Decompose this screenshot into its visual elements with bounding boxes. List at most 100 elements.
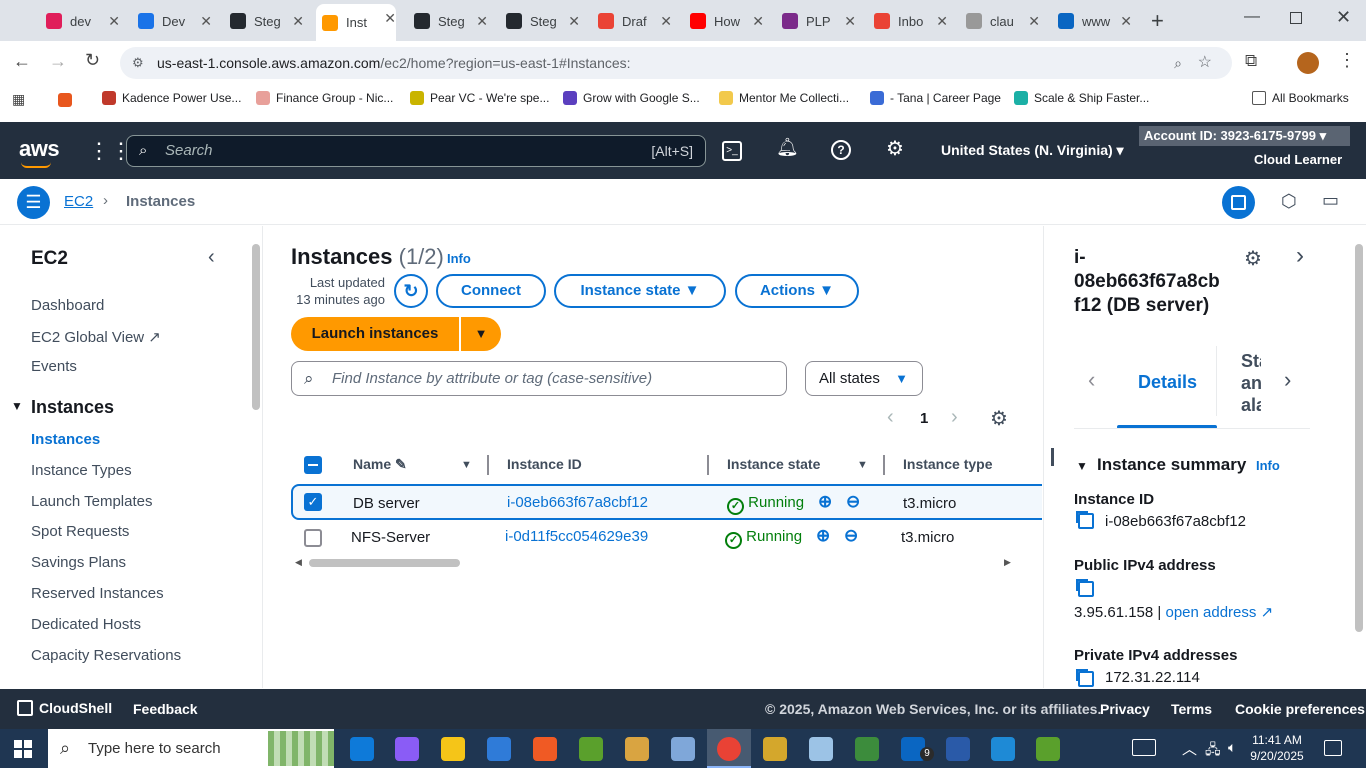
sidebar-item-reserved-instances[interactable]: Reserved Instances (31, 585, 164, 602)
restore-icon[interactable] (1290, 12, 1302, 24)
reload-icon[interactable]: ↻ (85, 50, 100, 71)
column-header-instance-type[interactable]: Instance type (903, 456, 992, 472)
chevron-up-icon[interactable]: ︿ (1182, 738, 1197, 759)
browser-tab[interactable]: Draf ✕ (598, 7, 672, 35)
zoom-out-icon[interactable]: ⊖ (846, 492, 860, 512)
sidebar-section-instances[interactable]: Instances (31, 397, 114, 418)
app-icon[interactable] (671, 737, 695, 761)
launch-instances-button[interactable]: Launch instances (291, 317, 459, 351)
sidebar-item-global-view[interactable]: EC2 Global View ↗ (31, 328, 161, 346)
close-tab-icon[interactable]: ✕ (752, 13, 764, 30)
app-icon[interactable] (763, 737, 787, 761)
extensions-icon[interactable]: ⧉ (1245, 51, 1257, 71)
aws-search-input[interactable]: ⌕ Search [Alt+S] (126, 135, 706, 167)
page-number[interactable]: 1 (920, 410, 928, 427)
vscode-app-icon[interactable] (991, 737, 1015, 761)
tabs-prev-icon[interactable]: ‹ (1088, 367, 1095, 393)
brave-bookmark-icon[interactable] (58, 93, 72, 107)
chrome-menu-icon[interactable]: ⋮ (1338, 50, 1356, 71)
forward-icon[interactable]: → (49, 51, 67, 72)
close-panel-chevron-icon[interactable]: › (1296, 242, 1304, 270)
refresh-button[interactable]: ↻ (394, 274, 428, 308)
close-tab-icon[interactable]: ✕ (1028, 13, 1040, 30)
preferences-gear-icon[interactable]: ⚙ (990, 406, 1008, 431)
privacy-link[interactable]: Privacy (1100, 701, 1150, 717)
zoom-out-icon[interactable]: ⊖ (844, 526, 858, 546)
start-windows-icon[interactable] (14, 740, 32, 758)
close-tab-icon[interactable]: ✕ (108, 13, 120, 30)
brave-app-icon[interactable] (533, 737, 557, 761)
row-checkbox[interactable] (304, 529, 322, 547)
new-tab-button[interactable]: + (1151, 8, 1164, 34)
clock[interactable]: 11:41 AM 9/20/2025 (1250, 732, 1304, 764)
app-icon[interactable] (625, 737, 649, 761)
powershell-app-icon[interactable] (946, 737, 970, 761)
instance-id-link[interactable]: i-0d11f5cc054629e39 (505, 528, 648, 545)
bookmark-item[interactable]: Finance Group - Nic... (256, 91, 393, 105)
browser-tab[interactable]: How ✕ (690, 7, 764, 35)
zoom-in-icon[interactable]: ⊕ (816, 526, 830, 546)
sidebar-item-savings-plans[interactable]: Savings Plans (31, 554, 126, 571)
panel-scrollbar[interactable] (1355, 244, 1363, 632)
browser-tab[interactable]: PLP ✕ (782, 7, 856, 35)
browser-tab[interactable]: Inst ✕ (316, 4, 396, 41)
back-icon[interactable]: ← (13, 51, 31, 72)
monitor-icon[interactable]: ▭ (1322, 190, 1339, 211)
help-icon[interactable]: ? (831, 140, 851, 160)
all-bookmarks-link[interactable]: All Bookmarks (1252, 91, 1349, 105)
connect-button[interactable]: Connect (436, 274, 546, 308)
sidebar-item-instance-types[interactable]: Instance Types (31, 462, 132, 479)
chrome-app-icon[interactable] (717, 737, 741, 761)
column-header-instance-id[interactable]: Instance ID (507, 456, 582, 472)
tab-status-alarms[interactable]: Statandalar (1241, 350, 1261, 416)
tabs-next-icon[interactable]: › (1284, 367, 1291, 393)
info-link[interactable]: Info (447, 251, 471, 266)
browser-tab[interactable]: www ✕ (1058, 7, 1132, 35)
instance-state-button[interactable]: Instance state ▼ (554, 274, 726, 308)
tab-details[interactable]: Details (1138, 372, 1197, 393)
cloudshell-icon[interactable]: >_ (722, 141, 742, 161)
select-all-checkbox[interactable] (304, 456, 322, 474)
table-row[interactable]: NFS-Server i-0d11f5cc054629e39 ✓ Running ⊕ ⊖… (291, 520, 1042, 556)
launch-dropdown-button[interactable]: ▼ (461, 317, 501, 351)
sort-caret-icon[interactable]: ▼ (857, 459, 868, 471)
close-tab-icon[interactable]: ✕ (660, 13, 672, 30)
caret-down-icon[interactable]: ▼ (11, 399, 23, 413)
copy-icon[interactable] (1078, 581, 1094, 597)
bookmark-item[interactable]: Kadence Power Use... (102, 91, 241, 105)
keyboard-icon[interactable] (1132, 739, 1156, 756)
account-menu[interactable]: Account ID: 3923-6175-9799 ▾ (1139, 126, 1350, 146)
feedback-link[interactable]: Feedback (133, 701, 198, 717)
address-bar[interactable]: ⚙ us-east-1.console.aws.amazon.com/ec2/h… (120, 47, 1232, 79)
instance-id-link[interactable]: i-08eb663f67a8cbf12 (507, 494, 648, 511)
copy-icon[interactable] (1078, 513, 1094, 529)
open-address-link[interactable]: open address (1165, 604, 1256, 621)
app-icon[interactable] (809, 737, 833, 761)
horizontal-scrollbar[interactable] (309, 559, 460, 567)
site-info-icon[interactable]: ⚙ (132, 47, 144, 79)
column-header-name[interactable]: Name ✎ (353, 456, 407, 473)
minimize-icon[interactable]: — (1244, 8, 1260, 26)
panel-resize-handle[interactable] (1051, 448, 1054, 466)
panel-settings-gear-icon[interactable]: ⚙ (1244, 246, 1262, 271)
browser-tab[interactable]: dev ✕ (46, 7, 120, 35)
close-tab-icon[interactable]: ✕ (1120, 13, 1132, 30)
scroll-left-icon[interactable]: ◀ (295, 557, 302, 568)
tools-icon[interactable]: ⬡ (1281, 191, 1297, 212)
terms-link[interactable]: Terms (1171, 701, 1212, 717)
bookmark-item[interactable]: Scale & Ship Faster... (1014, 91, 1149, 105)
states-filter-select[interactable]: All states ▼ (805, 361, 923, 396)
edge-app-icon[interactable] (350, 737, 374, 761)
close-tab-icon[interactable]: ✕ (936, 13, 948, 30)
close-window-icon[interactable]: ✕ (1336, 7, 1351, 28)
browser-tab[interactable]: Steg ✕ (230, 7, 304, 35)
profile-avatar[interactable] (1297, 52, 1319, 74)
browser-tab[interactable]: Inbo ✕ (874, 7, 948, 35)
aws-logo[interactable]: aws (19, 136, 60, 168)
actions-button[interactable]: Actions ▼ (735, 274, 859, 308)
summary-caret-icon[interactable]: ▼ (1076, 459, 1088, 473)
next-page-icon[interactable]: › (951, 406, 958, 429)
sidebar-item-spot-requests[interactable]: Spot Requests (31, 523, 129, 540)
prev-page-icon[interactable]: ‹ (887, 406, 894, 429)
app-icon[interactable] (579, 737, 603, 761)
